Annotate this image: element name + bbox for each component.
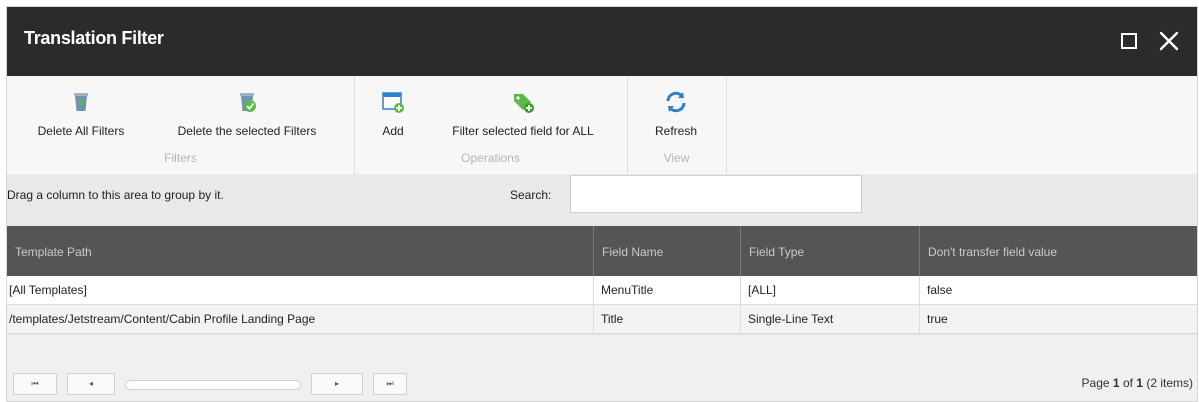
- cell-template-path: /templates/Jetstream/Content/Cabin Profi…: [9, 312, 316, 326]
- search-label: Search:: [510, 188, 552, 202]
- cell-field-name: MenuTitle: [593, 276, 740, 304]
- refresh-icon: [666, 91, 686, 113]
- delete-all-filters-button[interactable]: Delete All Filters: [19, 76, 143, 138]
- page-info: Page 1 of 1 (2 items): [1081, 376, 1193, 390]
- filters-group-label: Filters: [164, 151, 197, 165]
- page-slider[interactable]: [125, 380, 301, 390]
- filter-selected-field-label: Filter selected field for ALL: [452, 124, 594, 138]
- add-window-icon: [382, 92, 404, 113]
- next-page-button[interactable]: ▸: [311, 373, 363, 395]
- cell-field-type: Single-Line Text: [740, 305, 919, 333]
- add-button[interactable]: Add: [368, 76, 418, 138]
- column-header-dont-transfer[interactable]: Don't transfer field value: [919, 226, 1197, 276]
- cell-dont-transfer: true: [919, 305, 1197, 333]
- ribbon-group-filters: Delete All Filters Delete the selected F…: [7, 76, 355, 174]
- delete-all-filters-label: Delete All Filters: [37, 124, 125, 138]
- column-header-template-path[interactable]: Template Path: [7, 226, 593, 276]
- ribbon-toolbar: Delete All Filters Delete the selected F…: [7, 76, 1197, 175]
- table-row[interactable]: [All Templates] MenuTitle [ALL] false: [7, 276, 1197, 305]
- column-header-field-type[interactable]: Field Type: [740, 226, 919, 276]
- dialog-title: Translation Filter: [24, 28, 164, 48]
- cell-field-type: [ALL]: [740, 276, 919, 304]
- first-page-button[interactable]: ⏮: [13, 373, 57, 395]
- maximize-icon: [1121, 33, 1137, 49]
- refresh-label: Refresh: [654, 124, 698, 138]
- delete-selected-filters-button[interactable]: Delete the selected Filters: [155, 76, 339, 138]
- translation-filter-dialog: Translation Filter Delete All Filters De…: [6, 6, 1198, 402]
- refresh-button[interactable]: Refresh: [641, 76, 711, 138]
- close-icon: [1159, 31, 1179, 51]
- recycle-bin-check-icon: [240, 93, 256, 112]
- group-by-area[interactable]: Drag a column to this area to group by i…: [7, 174, 1197, 226]
- filter-selected-field-for-all-button[interactable]: Filter selected field for ALL: [430, 76, 616, 138]
- cell-template-path: [All Templates]: [9, 283, 87, 297]
- close-button[interactable]: [1155, 27, 1183, 55]
- group-by-hint: Drag a column to this area to group by i…: [7, 188, 224, 202]
- previous-page-button[interactable]: ◂: [67, 373, 115, 395]
- ribbon-group-view: Refresh View: [627, 76, 727, 174]
- search-input[interactable]: [570, 175, 862, 213]
- cell-field-name: Title: [593, 305, 740, 333]
- pager: ⏮ ◂ ▸ ⏭ Page 1 of 1 (2 items): [7, 334, 1197, 401]
- maximize-button[interactable]: [1115, 27, 1143, 55]
- column-header-field-name[interactable]: Field Name: [593, 226, 740, 276]
- add-label: Add: [382, 124, 404, 138]
- view-group-label: View: [663, 151, 690, 165]
- operations-group-label: Operations: [461, 151, 520, 165]
- table-row[interactable]: /templates/Jetstream/Content/Cabin Profi…: [7, 305, 1197, 334]
- ribbon-group-operations: Add Filter selected field for ALL Operat…: [354, 76, 628, 174]
- grid-header: Template Path Field Name Field Type Don'…: [7, 226, 1197, 276]
- title-bar: Translation Filter: [7, 7, 1197, 76]
- tag-add-icon: [514, 94, 534, 113]
- delete-selected-filters-label: Delete the selected Filters: [177, 124, 317, 138]
- cell-dont-transfer: false: [919, 276, 1197, 304]
- recycle-bin-icon: [74, 93, 88, 111]
- last-page-button[interactable]: ⏭: [373, 373, 407, 395]
